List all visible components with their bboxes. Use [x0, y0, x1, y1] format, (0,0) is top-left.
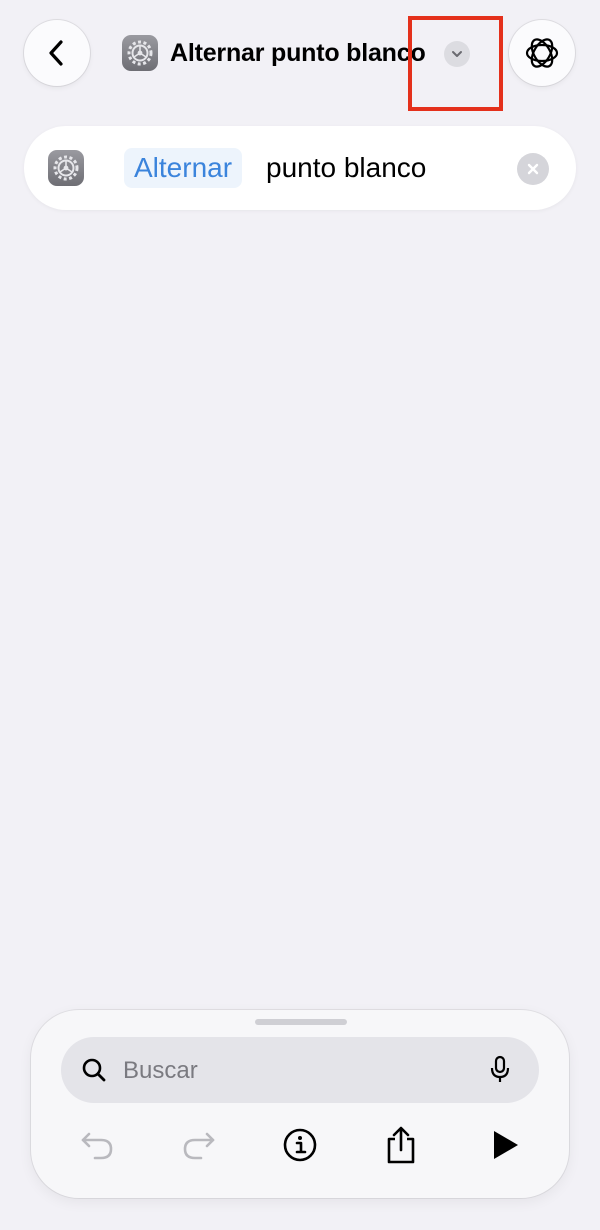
chevron-left-icon [49, 40, 63, 66]
share-button[interactable] [379, 1123, 423, 1167]
redo-button[interactable] [177, 1123, 221, 1167]
apple-intelligence-icon [525, 38, 559, 68]
settings-gear-icon [127, 40, 153, 66]
action-app-icon [48, 150, 84, 186]
redo-icon [183, 1132, 215, 1160]
page-title: Alternar punto blanco [170, 38, 426, 67]
panel-grabber[interactable] [255, 1019, 347, 1025]
search-input[interactable] [121, 1049, 465, 1093]
clear-x-icon [527, 163, 539, 175]
action-card[interactable]: Alternar punto blanco [24, 126, 576, 210]
share-icon [387, 1126, 415, 1164]
info-icon [283, 1128, 317, 1162]
info-button[interactable] [278, 1123, 322, 1167]
undo-icon [81, 1132, 113, 1160]
microphone-icon[interactable] [489, 1055, 511, 1085]
search-icon [82, 1058, 106, 1082]
action-parameter-token[interactable]: Alternar [124, 148, 243, 188]
action-label: punto blanco [266, 152, 427, 183]
run-shortcut-button[interactable] [483, 1123, 527, 1167]
search-bar[interactable] [61, 1037, 539, 1103]
settings-app-icon [122, 35, 158, 71]
clear-action-button[interactable] [517, 153, 549, 185]
undo-button[interactable] [75, 1123, 119, 1167]
apple-intelligence-button[interactable] [509, 20, 575, 86]
back-button[interactable] [24, 20, 90, 86]
play-icon [494, 1131, 518, 1159]
bottom-action-panel [31, 1010, 569, 1198]
settings-gear-icon [53, 155, 79, 181]
shortcut-title-menu[interactable]: Alternar punto blanco [122, 34, 426, 72]
highlight-annotation-box [408, 16, 503, 111]
